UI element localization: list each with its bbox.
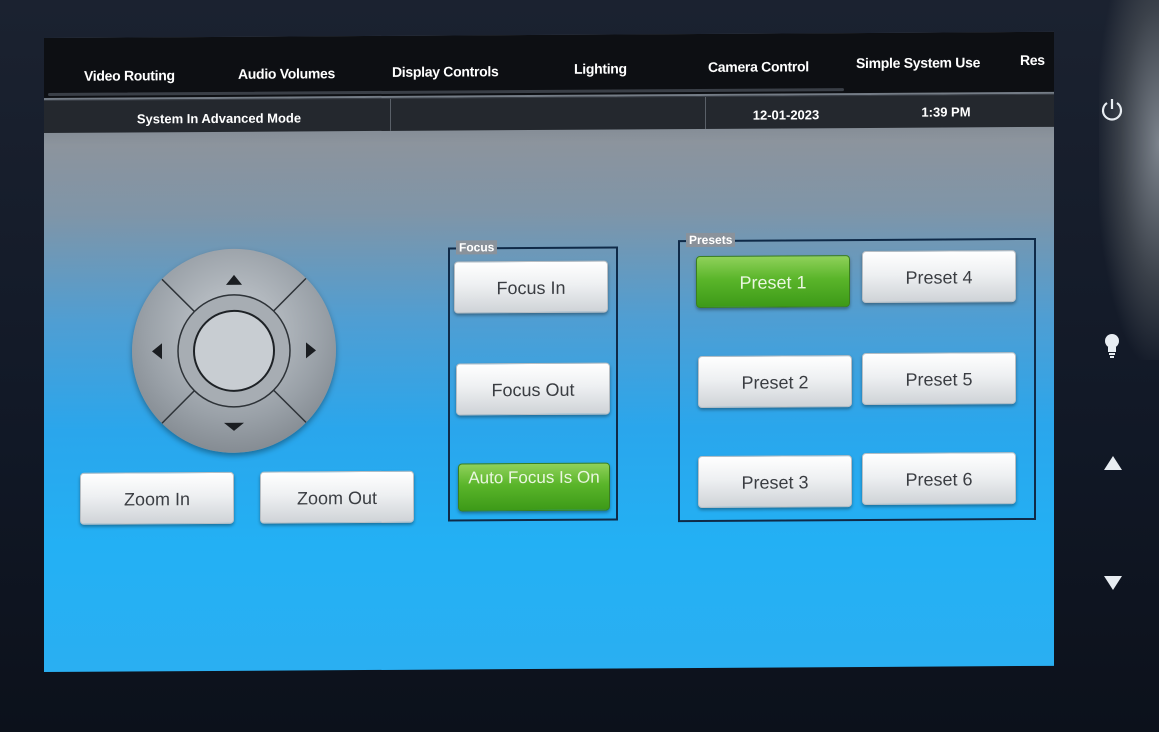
power-icon[interactable] [1098, 96, 1126, 130]
lightbulb-icon[interactable] [1102, 332, 1122, 368]
preset-4-button[interactable]: Preset 4 [862, 250, 1016, 304]
tab-video-routing[interactable]: Video Routing [84, 67, 175, 84]
presets-group: Presets Preset 1 Preset 2 Preset 3 Prese… [678, 232, 1036, 523]
arrow-down-icon[interactable] [1102, 572, 1124, 598]
hand-glare [1099, 0, 1159, 360]
tab-underline [48, 88, 844, 96]
zoom-in-button[interactable]: Zoom In [80, 471, 234, 525]
preset-6-button[interactable]: Preset 6 [862, 452, 1016, 506]
preset-5-button[interactable]: Preset 5 [862, 352, 1016, 406]
tab-lighting[interactable]: Lighting [574, 60, 627, 76]
focus-in-button[interactable]: Focus In [454, 260, 608, 314]
nav-tab-bar: Video Routing Audio Volumes Display Cont… [44, 31, 1054, 98]
tab-simple-system-use[interactable]: Simple System Use [856, 54, 980, 71]
tab-display-controls[interactable]: Display Controls [392, 63, 498, 80]
focus-group-label: Focus [456, 240, 498, 255]
preset-3-button[interactable]: Preset 3 [698, 455, 852, 509]
preset-2-button[interactable]: Preset 2 [698, 355, 852, 409]
arrow-up-icon[interactable] [1102, 452, 1124, 478]
status-blank [391, 96, 706, 131]
dpad-center-button[interactable] [194, 311, 274, 391]
pan-right-button[interactable] [288, 318, 328, 382]
zoom-out-button[interactable]: Zoom Out [260, 470, 414, 524]
status-bar: System In Advanced Mode 12-01-2023 1:39 … [44, 93, 1054, 133]
pan-left-button[interactable] [140, 319, 180, 383]
date-display: 12-01-2023 [752, 107, 820, 123]
touch-panel-screen: Video Routing Audio Volumes Display Cont… [44, 31, 1054, 672]
focus-out-button[interactable]: Focus Out [456, 362, 610, 416]
preset-1-button[interactable]: Preset 1 [696, 255, 850, 309]
mode-status: System In Advanced Mode [48, 98, 391, 133]
time-display: 1:39 PM [921, 104, 971, 120]
pan-up-button[interactable] [202, 257, 266, 297]
tab-audio-volumes[interactable]: Audio Volumes [238, 65, 335, 82]
pan-down-button[interactable] [202, 405, 266, 445]
presets-group-label: Presets [686, 232, 736, 248]
tab-res[interactable]: Res [1020, 52, 1045, 68]
auto-focus-button[interactable]: Auto Focus Is On [458, 462, 610, 512]
camera-dpad [132, 248, 336, 454]
focus-group: Focus Focus In Focus Out Auto Focus Is O… [448, 240, 618, 522]
tab-camera-control[interactable]: Camera Control [708, 58, 809, 75]
